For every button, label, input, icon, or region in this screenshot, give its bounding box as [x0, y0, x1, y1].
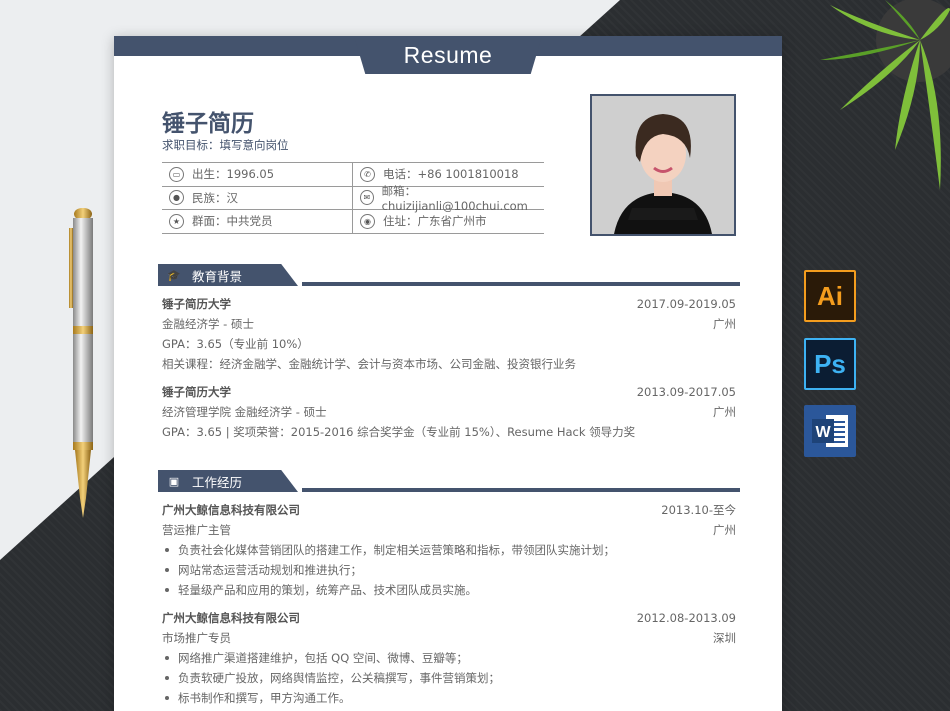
duty-item: 负责社会化媒体营销团队的搭建工作，制定相关运营策略和指标，带领团队实施计划； [162, 540, 736, 560]
duty-item: 标书制作和撰写，甲方沟通工作。 [162, 688, 736, 708]
education-entry: 锤子简历大学 2017.09-2019.05 金融经济学 - 硕士 广州 GPA：3… [162, 294, 736, 374]
graduation-cap-icon: 🎓 [167, 268, 181, 282]
city: 深圳 [713, 631, 736, 645]
info-party: ★ 群面：中共党员 [162, 210, 353, 233]
section-title: 教育背景 [192, 268, 243, 284]
section-divider [302, 282, 740, 286]
city: 广州 [713, 317, 736, 331]
gpa-awards: GPA：3.65 | 奖项荣誉：2015-2016 综合奖学金（专业前 15%）… [162, 425, 636, 439]
word-icon: W [804, 405, 856, 457]
info-text: 出生：1996.05 [192, 167, 275, 182]
info-row: ● 民族：汉 ✉ 邮箱：chuizijianli@100chui.com [162, 184, 544, 213]
gpa: GPA：3.65（专业前 10%） [162, 337, 309, 351]
party-icon: ★ [169, 213, 184, 229]
mail-icon: ✉ [360, 190, 374, 206]
date-range: 2017.09-2019.05 [636, 297, 736, 311]
job-role: 市场推广专员 [162, 631, 231, 645]
plant-decoration [820, 0, 950, 190]
education-entry: 锤子简历大学 2013.09-2017.05 经济管理学院 金融经济学 - 硕士 广… [162, 382, 736, 442]
education-tab: 🎓 教育背景 [158, 264, 298, 286]
education-section-header: 🎓 教育背景 [158, 264, 740, 286]
briefcase-icon: ▣ [168, 474, 180, 488]
duty-item: 轻量级产品和应用的策划，统筹产品、技术团队成员实施。 [162, 580, 736, 600]
word-logo-graphic: W [812, 415, 848, 447]
city: 广州 [713, 523, 736, 537]
job-objective: 求职目标：填写意向岗位 [162, 138, 289, 152]
info-ethnicity: ● 民族：汉 [162, 186, 353, 209]
info-email: ✉ 邮箱：chuizijianli@100chui.com [353, 184, 544, 213]
photoshop-icon: Ps [804, 338, 856, 390]
id-card-icon: ▭ [169, 166, 184, 182]
section-title: 工作经历 [192, 474, 243, 490]
info-text: 住址：广东省广州市 [383, 214, 487, 229]
info-row: ★ 群面：中共党员 ◉ 住址：广东省广州市 [162, 210, 544, 234]
job-role: 营运推广主管 [162, 523, 231, 537]
resume-title: Resume [354, 36, 542, 74]
info-address: ◉ 住址：广东省广州市 [353, 210, 544, 233]
date-range: 2013.09-2017.05 [636, 385, 736, 399]
personal-info-table: ▭ 出生：1996.05 ✆ 电话：+86 1001810018 ● 民族：汉 … [162, 162, 544, 234]
courses: 相关课程：经济金融学、金融统计学、会计与资本市场、公司金融、投资银行业务 [162, 357, 576, 371]
phone-icon: ✆ [360, 166, 375, 182]
major: 金融经济学 - 硕士 [162, 317, 254, 331]
pen-decoration [69, 208, 93, 518]
info-text: 邮箱：chuizijianli@100chui.com [381, 183, 528, 213]
candidate-name: 锤子简历 [162, 111, 254, 137]
work-section-header: ▣ 工作经历 [158, 470, 740, 492]
duty-item: 网站常态运营活动规划和推进执行； [162, 560, 736, 580]
info-text: 电话：+86 1001810018 [383, 167, 519, 182]
info-text: 群面：中共党员 [192, 214, 273, 229]
portrait-graphic [592, 96, 734, 234]
company-name: 广州大鲸信息科技有限公司 [162, 611, 300, 625]
school-name: 锤子简历大学 [162, 297, 231, 311]
info-birth: ▭ 出生：1996.05 [162, 163, 353, 186]
school-name: 锤子简历大学 [162, 385, 231, 399]
work-entry: 广州大鲸信息科技有限公司 2012.08-2013.09 市场推广专员 深圳 网络推… [162, 608, 736, 708]
resume-paper: Resume 锤子简历 求职目标：填写意向岗位 ▭ 出生：1996.05 ✆ 电… [114, 36, 782, 711]
date-range: 2012.08-2013.09 [636, 611, 736, 625]
people-icon: ● [169, 190, 184, 206]
major: 经济管理学院 金融经济学 - 硕士 [162, 405, 327, 419]
work-tab: ▣ 工作经历 [158, 470, 298, 492]
info-text: 民族：汉 [192, 190, 238, 205]
illustrator-icon: Ai [804, 270, 856, 322]
word-letter: W [815, 424, 831, 441]
work-entry: 广州大鲸信息科技有限公司 2013.10-至今 营运推广主管 广州 负责社会化媒体营… [162, 500, 736, 600]
location-icon: ◉ [360, 213, 375, 229]
profile-photo [590, 94, 736, 236]
duty-item: 网络推广渠道搭建维护，包括 QQ 空间、微博、豆瓣等； [162, 648, 736, 668]
company-name: 广州大鲸信息科技有限公司 [162, 503, 300, 517]
section-divider [302, 488, 740, 492]
duty-item: 负责软硬广投放，网络舆情监控，公关稿撰写，事件营销策划； [162, 668, 736, 688]
date-range: 2013.10-至今 [661, 503, 736, 517]
city: 广州 [713, 405, 736, 419]
